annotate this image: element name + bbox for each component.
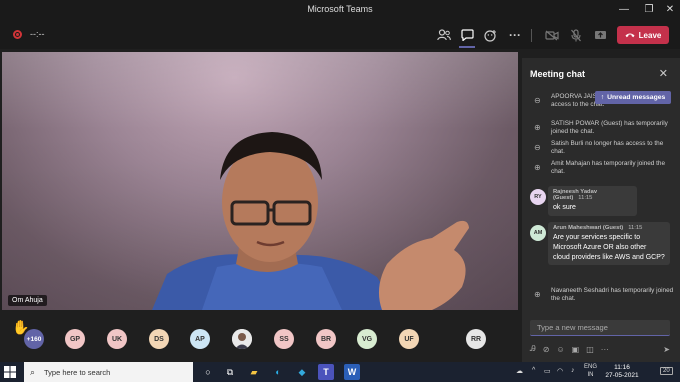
participant-joined-icon: ⊕ bbox=[534, 123, 541, 132]
message-time: 11:15 bbox=[628, 225, 643, 231]
teams-icon[interactable]: T bbox=[318, 364, 334, 380]
participant-avatar[interactable]: GP bbox=[65, 329, 85, 349]
message-bubble[interactable]: Rajneesh Yadav (Guest) 11:15 ok sure bbox=[548, 186, 637, 216]
share-screen-icon[interactable] bbox=[592, 27, 608, 43]
system-message: ⊕ Navaneeth Seshadri has temporarily joi… bbox=[534, 287, 674, 303]
search-icon: ⌕ bbox=[30, 367, 36, 377]
compose-toolbar: Ꭿ ⊘ ☺ ▣ ◫ ··· ➤ bbox=[530, 343, 670, 355]
meeting-controls-bar: --:-- ··· Leave bbox=[0, 21, 680, 49]
attach-icon[interactable]: ⊘ bbox=[543, 345, 550, 354]
chat-message: RY Rajneesh Yadav (Guest) 11:15 ok sure bbox=[530, 186, 674, 216]
minimize-icon[interactable]: — bbox=[617, 3, 631, 17]
participant-joined-icon: ⊕ bbox=[534, 290, 541, 299]
message-time: 11:15 bbox=[578, 195, 593, 201]
participant-avatar[interactable]: BR bbox=[316, 329, 336, 349]
window-title: Microsoft Teams bbox=[307, 4, 373, 14]
divider bbox=[531, 29, 532, 42]
unread-messages-button[interactable]: ↑ Unread messages bbox=[595, 91, 671, 104]
main-video-tile[interactable]: Om Ahuja bbox=[2, 52, 518, 310]
participant-avatar[interactable]: AP bbox=[190, 329, 210, 349]
gif-icon[interactable]: ▣ bbox=[572, 345, 580, 354]
participant-name-label: Om Ahuja bbox=[8, 295, 47, 306]
participant-avatar[interactable]: RR bbox=[466, 329, 486, 349]
sticker-icon[interactable]: ◫ bbox=[586, 345, 594, 354]
leave-label: Leave bbox=[638, 30, 662, 40]
system-message: ⊖ Satish Burli no longer has access to t… bbox=[534, 140, 664, 156]
participant-joined-icon: ⊕ bbox=[534, 163, 541, 172]
sender-avatar: AM bbox=[530, 225, 546, 241]
maximize-icon[interactable]: ❐ bbox=[642, 3, 656, 17]
cortana-icon[interactable]: ○ bbox=[200, 364, 216, 380]
hang-up-icon bbox=[625, 31, 635, 40]
chat-message: AM Arun Maheshwari (Guest) 11:15 Are your… bbox=[530, 222, 674, 280]
participant-avatar[interactable]: UF bbox=[399, 329, 419, 349]
emoji-icon[interactable]: ☺ bbox=[557, 345, 565, 354]
message-bubble[interactable]: Arun Maheshwari (Guest) 11:15 Are your se… bbox=[548, 222, 670, 266]
taskbar-search-input[interactable]: ⌕ Type here to search bbox=[24, 362, 193, 382]
file-explorer-icon[interactable]: ▰ bbox=[246, 364, 262, 380]
network-icon[interactable]: ▭ bbox=[544, 367, 551, 375]
camera-off-icon[interactable] bbox=[544, 27, 560, 43]
chat-icon[interactable] bbox=[459, 27, 475, 48]
unread-label: Unread messages bbox=[607, 94, 666, 101]
edge-icon[interactable]: ◐ bbox=[270, 364, 286, 380]
participant-left-icon: ⊖ bbox=[534, 96, 541, 105]
clock-date: 27-05-2021 bbox=[605, 372, 639, 380]
compose-message-input[interactable]: Type a new message bbox=[530, 320, 670, 336]
more-options-icon[interactable]: ··· bbox=[507, 27, 523, 43]
title-bar: Microsoft Teams — ❐ ✕ bbox=[0, 0, 680, 21]
leave-button[interactable]: Leave bbox=[617, 26, 669, 44]
volume-icon[interactable]: ♪ bbox=[571, 367, 575, 374]
sender-name: Arun Maheshwari (Guest) bbox=[553, 225, 624, 231]
recording-icon bbox=[13, 30, 22, 39]
language-indicator[interactable]: ENG IN bbox=[584, 364, 597, 380]
more-compose-options-icon[interactable]: ··· bbox=[601, 345, 609, 354]
message-body: ok sure bbox=[553, 204, 576, 211]
task-view-icon[interactable]: ⧉ bbox=[222, 364, 238, 380]
reactions-icon[interactable] bbox=[483, 27, 499, 43]
participant-avatar[interactable]: SS bbox=[274, 329, 294, 349]
search-placeholder: Type here to search bbox=[44, 367, 111, 377]
store-icon[interactable]: ◆ bbox=[294, 364, 310, 380]
people-icon[interactable] bbox=[436, 27, 452, 43]
system-message: ⊕ SATISH POWAR (Guest) has temporarily j… bbox=[534, 120, 668, 136]
meeting-timer: --:-- bbox=[30, 29, 45, 39]
speaker-video-feed bbox=[152, 132, 469, 310]
windows-start-icon[interactable] bbox=[4, 366, 16, 378]
participant-avatar[interactable]: DS bbox=[149, 329, 169, 349]
show-hidden-icons-icon[interactable]: ^ bbox=[532, 367, 535, 374]
windows-taskbar: ⌕ Type here to search ○ ⧉ ▰ ◐ ◆ T W ☁ ^ … bbox=[0, 362, 680, 382]
close-chat-icon[interactable]: ✕ bbox=[659, 67, 668, 80]
sender-avatar: RY bbox=[530, 189, 546, 205]
participants-strip: ✋ +160 GP UK DS AP SS BR VG UF RR bbox=[0, 316, 522, 362]
participant-left-icon: ⊖ bbox=[534, 143, 541, 152]
clock-time: 11:16 bbox=[614, 364, 630, 371]
arrow-up-icon: ↑ bbox=[600, 94, 605, 101]
notifications-badge[interactable]: 20 bbox=[660, 367, 673, 375]
participant-avatar[interactable]: UK bbox=[107, 329, 127, 349]
participant-photo-avatar[interactable] bbox=[232, 329, 252, 349]
microphone-off-icon[interactable] bbox=[568, 27, 584, 43]
send-icon[interactable]: ➤ bbox=[663, 345, 670, 354]
taskbar-clock[interactable]: 11:16 27-05-2021 bbox=[602, 364, 642, 381]
word-icon[interactable]: W bbox=[344, 364, 360, 380]
participant-avatar[interactable]: VG bbox=[357, 329, 377, 349]
participant-overflow-count[interactable]: +160 bbox=[24, 329, 44, 349]
system-message: ⊕ Amit Mahajan has temporarily joined th… bbox=[534, 160, 666, 176]
wifi-icon[interactable]: ◠ bbox=[557, 367, 563, 375]
close-icon[interactable]: ✕ bbox=[663, 3, 677, 17]
message-body: Are your services specific to Microsoft … bbox=[553, 234, 665, 261]
weather-icon[interactable]: ☁ bbox=[516, 367, 523, 375]
format-icon[interactable]: Ꭿ bbox=[530, 344, 536, 354]
chat-title: Meeting chat bbox=[530, 69, 586, 79]
